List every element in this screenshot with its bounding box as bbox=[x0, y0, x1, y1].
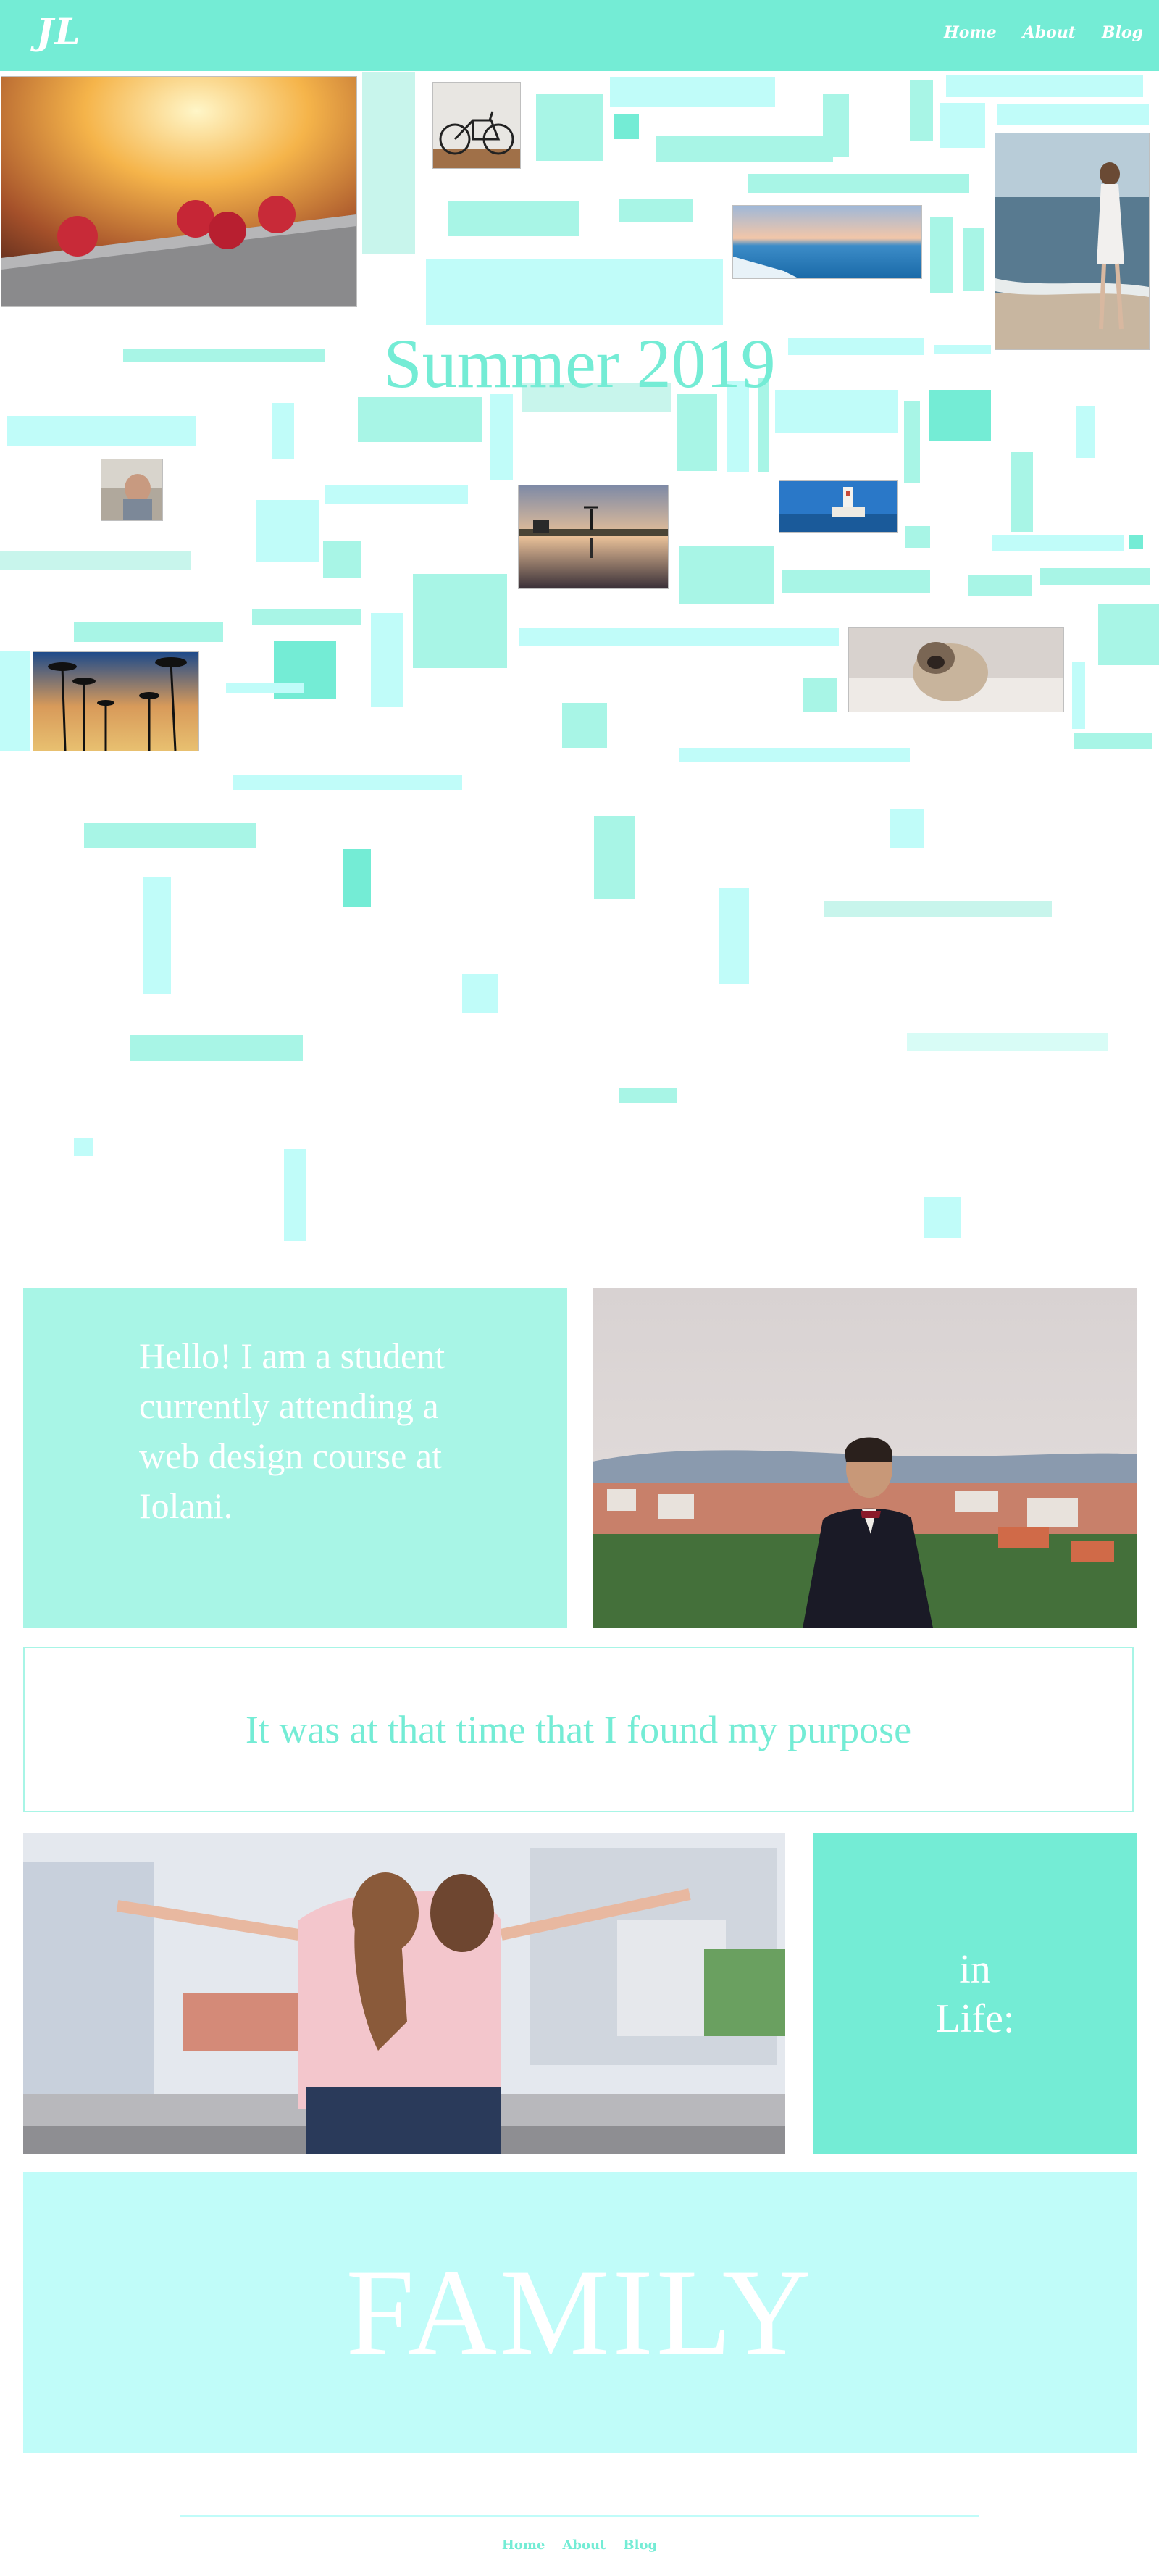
in-life-line-2: Life: bbox=[935, 1996, 1015, 2041]
decor-block bbox=[803, 678, 837, 712]
decor-block bbox=[448, 201, 580, 236]
decor-block bbox=[619, 1088, 677, 1103]
man-in-suit-photo bbox=[593, 1288, 1137, 1628]
decor-block bbox=[1076, 406, 1095, 458]
decor-block bbox=[0, 551, 191, 570]
decor-block bbox=[614, 114, 639, 139]
decor-block bbox=[782, 570, 930, 593]
decor-block bbox=[490, 394, 513, 480]
decor-block bbox=[256, 500, 319, 562]
child-photo bbox=[101, 459, 162, 520]
photo-collage: Summer 2019 bbox=[0, 71, 1159, 1259]
decor-block bbox=[323, 541, 361, 578]
decor-block bbox=[904, 401, 920, 483]
decor-block bbox=[824, 901, 1052, 917]
decor-block bbox=[963, 228, 984, 291]
decor-block bbox=[992, 535, 1124, 551]
family-banner: FAMILY bbox=[23, 2172, 1137, 2453]
decor-block bbox=[130, 1035, 303, 1061]
family-heading: FAMILY bbox=[346, 2244, 814, 2380]
two-girls-photo bbox=[23, 1833, 785, 2154]
decor-block bbox=[233, 775, 462, 790]
decor-block bbox=[1074, 733, 1152, 749]
decor-block bbox=[413, 574, 507, 668]
footer-link-blog[interactable]: Blog bbox=[623, 2538, 657, 2553]
purpose-banner: It was at that time that I found my purp… bbox=[23, 1647, 1134, 1812]
palm-trees-photo bbox=[33, 652, 198, 751]
decor-block bbox=[519, 628, 839, 646]
decor-block bbox=[143, 877, 171, 994]
decor-block bbox=[1072, 662, 1085, 729]
decor-block bbox=[84, 823, 256, 848]
reflection-silhouette-photo bbox=[519, 485, 668, 588]
in-life-line-1: in bbox=[959, 1946, 991, 1992]
decor-block bbox=[656, 136, 833, 162]
decor-block bbox=[997, 104, 1149, 125]
purpose-text: It was at that time that I found my purp… bbox=[245, 1708, 912, 1751]
decor-block bbox=[930, 217, 953, 293]
decor-block bbox=[890, 809, 924, 848]
decor-block bbox=[910, 80, 933, 141]
pug-photo bbox=[849, 628, 1063, 712]
beach-woman-photo bbox=[995, 133, 1149, 349]
decor-block bbox=[74, 1138, 93, 1156]
raspberries-photo bbox=[1, 77, 356, 306]
nav-link-about[interactable]: About bbox=[1023, 23, 1076, 42]
decor-block bbox=[1040, 568, 1150, 585]
bicycle-photo bbox=[433, 83, 520, 168]
decor-block bbox=[1129, 535, 1143, 549]
nav-link-blog[interactable]: Blog bbox=[1102, 23, 1143, 42]
decor-block bbox=[940, 103, 985, 148]
decor-block bbox=[905, 526, 930, 548]
decor-block bbox=[1011, 452, 1033, 532]
tower-photo bbox=[779, 481, 897, 532]
decor-block bbox=[362, 72, 415, 254]
decor-block bbox=[907, 1033, 1108, 1051]
footer-link-home[interactable]: Home bbox=[502, 2538, 545, 2553]
decor-block bbox=[0, 651, 30, 751]
decor-block bbox=[562, 703, 607, 748]
decor-block bbox=[924, 1197, 961, 1238]
decor-block bbox=[226, 683, 304, 693]
decor-block bbox=[74, 622, 223, 642]
decor-block bbox=[748, 174, 969, 193]
decor-block bbox=[284, 1149, 306, 1241]
decor-block bbox=[594, 816, 635, 899]
footer-links: Home About Blog bbox=[0, 2538, 1159, 2553]
decor-block bbox=[371, 613, 403, 707]
footer-link-about[interactable]: About bbox=[562, 2538, 606, 2553]
decor-block bbox=[7, 416, 196, 446]
decor-block bbox=[272, 403, 294, 459]
decor-block bbox=[610, 77, 775, 107]
footer-divider bbox=[180, 2515, 979, 2517]
intro-box: Hello! I am a student currently attendin… bbox=[23, 1288, 567, 1628]
decor-block bbox=[1098, 604, 1159, 665]
decor-block bbox=[619, 199, 693, 222]
decor-block bbox=[252, 609, 361, 625]
site-logo[interactable]: JL bbox=[36, 10, 82, 53]
decor-block bbox=[823, 94, 849, 157]
nav-links: Home About Blog bbox=[944, 23, 1143, 42]
decor-block bbox=[426, 259, 723, 325]
intro-text: Hello! I am a student currently attendin… bbox=[139, 1335, 445, 1526]
decor-block bbox=[343, 849, 371, 907]
decor-block bbox=[679, 546, 774, 604]
collage-title: Summer 2019 bbox=[383, 325, 776, 402]
in-life-box: in Life: bbox=[813, 1833, 1137, 2154]
decor-block bbox=[462, 974, 498, 1013]
decor-block bbox=[968, 575, 1032, 596]
decor-block bbox=[677, 394, 717, 471]
decor-block bbox=[719, 888, 749, 984]
nav-link-home[interactable]: Home bbox=[944, 23, 997, 42]
decor-block bbox=[358, 397, 482, 442]
beach-horizon-photo bbox=[733, 206, 921, 278]
decor-block bbox=[325, 485, 468, 504]
decor-block bbox=[946, 75, 1143, 97]
decor-block bbox=[536, 94, 603, 161]
decor-block bbox=[679, 748, 910, 762]
navbar: JL Home About Blog bbox=[0, 0, 1159, 71]
